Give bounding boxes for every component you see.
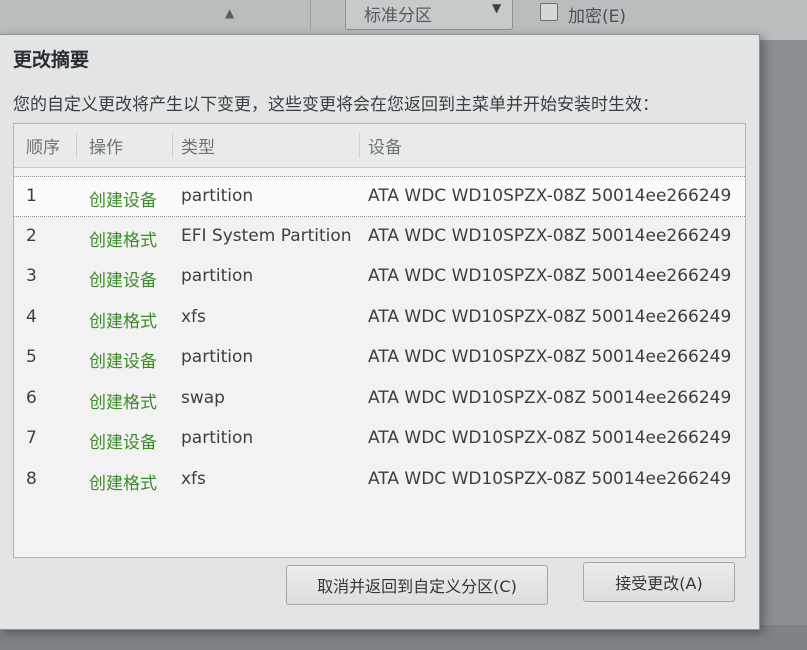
row-device: ATA WDC WD10SPZX-08Z 50014ee266249 [368, 468, 732, 489]
row-device: ATA WDC WD10SPZX-08Z 50014ee266249 [368, 266, 732, 286]
dialog-description: 您的自定义更改将产生以下变更，这些变更将会在您返回到主菜单并开始安装时生效： [13, 95, 659, 115]
row-action: 创建设备 [89, 271, 157, 291]
encrypt-checkbox[interactable] [540, 3, 558, 21]
chevron-down-icon: ▼ [492, 1, 502, 15]
row-type: xfs [181, 306, 206, 327]
table-row[interactable]: 8 创建格式 xfs ATA WDC WD10SPZX-08Z 50014ee2… [14, 460, 745, 501]
table-row[interactable]: 2 创建格式 EFI System Partition ATA WDC WD10… [14, 217, 745, 258]
summary-of-changes-dialog: 更改摘要 您的自定义更改将产生以下变更，这些变更将会在您返回到主菜单并开始安装时… [0, 34, 760, 630]
row-action: 创建设备 [89, 352, 157, 372]
row-order: 2 [26, 225, 37, 246]
row-action: 创建格式 [89, 392, 157, 413]
column-separator [172, 132, 173, 158]
accept-changes-button[interactable]: 接受更改(A) [583, 562, 735, 602]
table-row[interactable]: 3 创建设备 partition ATA WDC WD10SPZX-08Z 50… [14, 257, 745, 298]
dialog-title: 更改摘要 [13, 49, 90, 71]
background-divider [310, 0, 311, 30]
cancel-and-return-button[interactable]: 取消并返回到自定义分区(C) [286, 565, 548, 605]
column-separator [359, 132, 360, 158]
row-device: ATA WDC WD10SPZX-08Z 50014ee266249 [368, 186, 732, 206]
column-header-device[interactable]: 设备 [368, 133, 402, 158]
table-row[interactable]: 5 创建设备 partition ATA WDC WD10SPZX-08Z 50… [14, 338, 745, 379]
row-device: ATA WDC WD10SPZX-08Z 50014ee266249 [368, 306, 732, 327]
column-header-type[interactable]: 类型 [181, 133, 215, 158]
table-header: 顺序 操作 类型 设备 [14, 124, 745, 168]
row-device: ATA WDC WD10SPZX-08Z 50014ee266249 [368, 428, 732, 448]
row-device: ATA WDC WD10SPZX-08Z 50014ee266249 [368, 347, 732, 367]
column-header-action[interactable]: 操作 [89, 133, 123, 158]
row-type: partition [181, 347, 254, 367]
background-marker-icon: ▲ [225, 6, 235, 20]
row-order: 1 [26, 186, 37, 206]
table-row[interactable]: 1 创建设备 partition ATA WDC WD10SPZX-08Z 50… [14, 176, 745, 217]
row-device: ATA WDC WD10SPZX-08Z 50014ee266249 [368, 387, 732, 408]
row-order: 5 [26, 347, 37, 367]
row-type: partition [181, 428, 254, 448]
encrypt-checkbox-label: 加密(E) [568, 7, 627, 27]
partition-scheme-value: 标准分区 [364, 6, 432, 26]
row-order: 7 [26, 428, 37, 448]
table-row[interactable]: 7 创建设备 partition ATA WDC WD10SPZX-08Z 50… [14, 419, 745, 460]
table-body: 1 创建设备 partition ATA WDC WD10SPZX-08Z 50… [14, 176, 745, 500]
background-right-area [760, 40, 807, 630]
row-action: 创建设备 [89, 191, 157, 211]
row-action: 创建格式 [89, 473, 157, 494]
column-separator [76, 132, 77, 158]
row-order: 6 [26, 387, 37, 408]
row-type: EFI System Partition [181, 225, 352, 246]
row-type: partition [181, 186, 254, 206]
partition-scheme-dropdown[interactable]: 标准分区 ▼ [345, 0, 513, 30]
row-action: 创建设备 [89, 433, 157, 453]
row-type: swap [181, 387, 225, 408]
row-action: 创建格式 [89, 230, 157, 251]
row-order: 8 [26, 468, 37, 489]
row-type: partition [181, 266, 254, 286]
row-order: 3 [26, 266, 37, 286]
row-action: 创建格式 [89, 311, 157, 332]
column-header-order[interactable]: 顺序 [26, 133, 60, 158]
changes-table[interactable]: 顺序 操作 类型 设备 1 创建设备 partition ATA WDC WD1… [13, 123, 746, 558]
table-row[interactable]: 6 创建格式 swap ATA WDC WD10SPZX-08Z 50014ee… [14, 379, 745, 420]
row-type: xfs [181, 468, 206, 489]
row-device: ATA WDC WD10SPZX-08Z 50014ee266249 [368, 225, 732, 246]
table-row[interactable]: 4 创建格式 xfs ATA WDC WD10SPZX-08Z 50014ee2… [14, 298, 745, 339]
row-order: 4 [26, 306, 37, 327]
